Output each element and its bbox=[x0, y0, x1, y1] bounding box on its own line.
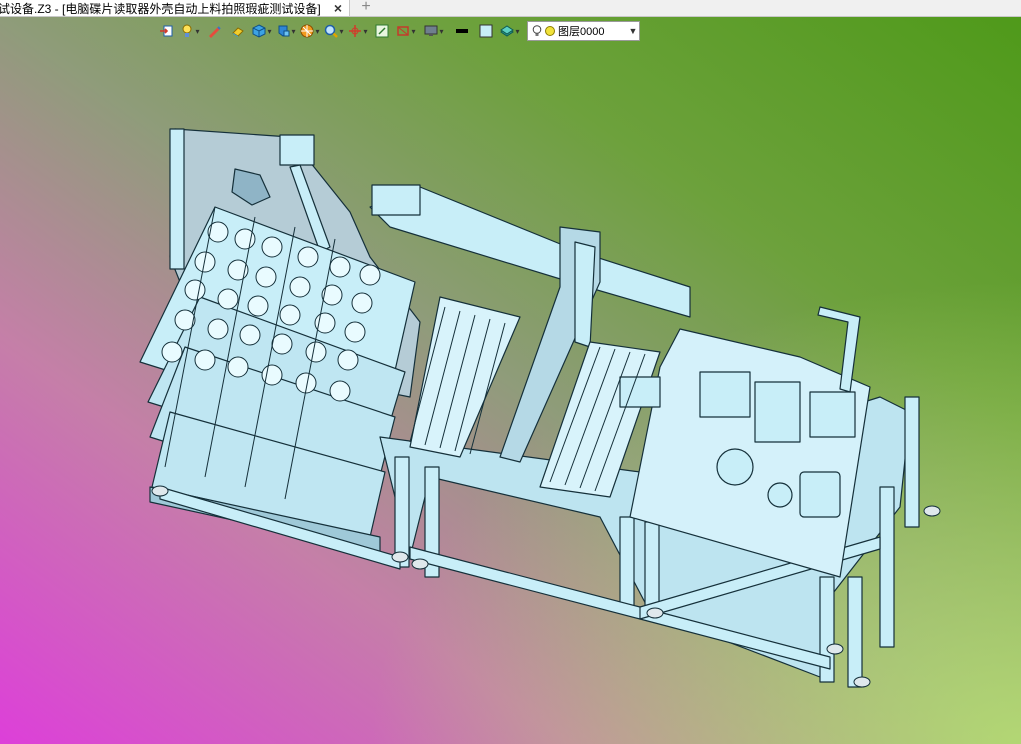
cube-icon[interactable]: ▾ bbox=[251, 21, 273, 41]
layer-name: 图层0000 bbox=[558, 26, 605, 38]
section-icon[interactable]: ▾ bbox=[395, 21, 417, 41]
3d-viewport[interactable]: ▾ ▾ ▾ ▾ ▾ ▾ ▾ ▾ ▾ 图层0000 ▼ bbox=[0, 17, 1021, 744]
close-tab-icon[interactable]: × bbox=[331, 0, 345, 16]
new-tab-icon[interactable]: + bbox=[358, 0, 374, 15]
import-icon[interactable] bbox=[155, 21, 177, 41]
floating-view-toolbar: ▾ ▾ ▾ ▾ ▾ ▾ ▾ ▾ ▾ 图层0000 ▼ bbox=[155, 19, 640, 43]
snap-icon[interactable] bbox=[371, 21, 393, 41]
axis-icon[interactable]: ▾ bbox=[347, 21, 369, 41]
bulb-icon[interactable] bbox=[532, 25, 542, 37]
display-icon[interactable]: ▾ bbox=[419, 21, 449, 41]
render-icon[interactable]: ▾ bbox=[299, 21, 321, 41]
pen-icon[interactable] bbox=[203, 21, 225, 41]
eraser-icon[interactable] bbox=[227, 21, 249, 41]
part-icon[interactable]: ▾ bbox=[275, 21, 297, 41]
chevron-down-icon[interactable]: ▼ bbox=[627, 26, 639, 36]
layer-stack-icon[interactable]: ▾ bbox=[499, 21, 521, 41]
line-color-icon[interactable] bbox=[451, 21, 473, 41]
document-tab-title: 试设备.Z3 - [电脑碟片读取器外壳自动上料拍照瑕疵测试设备] bbox=[0, 1, 321, 16]
layer-color-dot bbox=[545, 26, 555, 36]
cad-model-drawing[interactable] bbox=[0, 17, 1021, 744]
document-tab-bar: 试设备.Z3 - [电脑碟片读取器外壳自动上料拍照瑕疵测试设备] × + bbox=[0, 0, 1021, 17]
layer-selector[interactable]: 图层0000 ▼ bbox=[527, 21, 640, 41]
zoom-icon[interactable]: ▾ bbox=[323, 21, 345, 41]
document-tab[interactable]: 试设备.Z3 - [电脑碟片读取器外壳自动上料拍照瑕疵测试设备] × bbox=[0, 0, 350, 16]
fill-color-icon[interactable] bbox=[475, 21, 497, 41]
light-icon[interactable]: ▾ bbox=[179, 21, 201, 41]
